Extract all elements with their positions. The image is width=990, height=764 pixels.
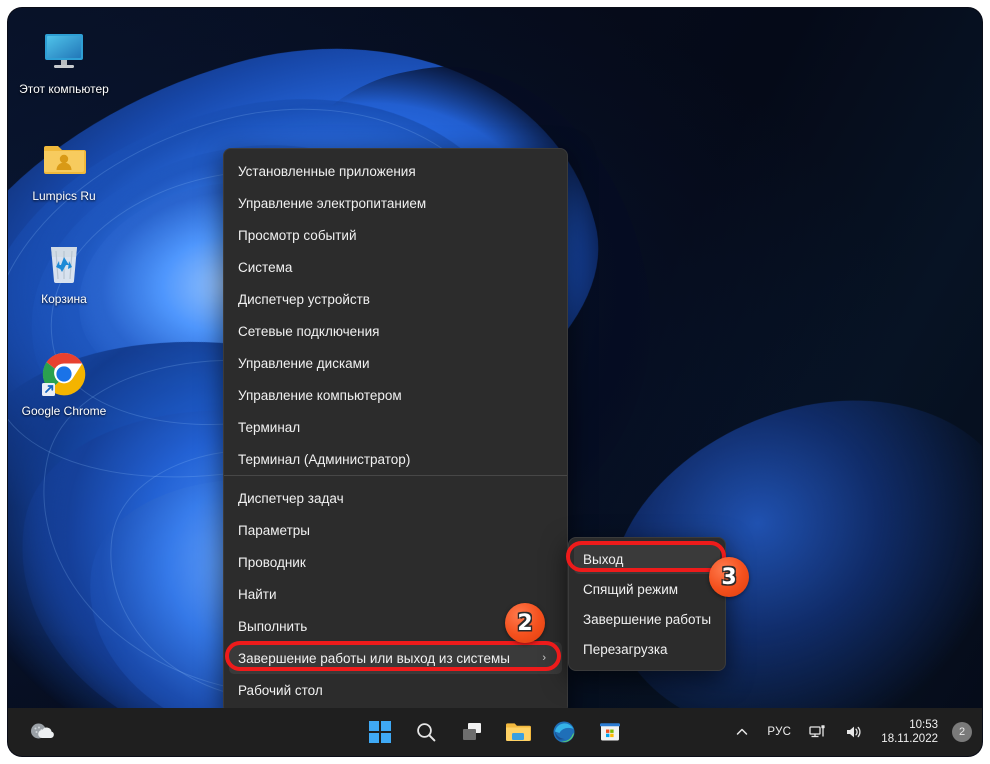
menu-item-device-manager[interactable]: Диспетчер устройств <box>224 283 567 315</box>
menu-item-power-options[interactable]: Управление электропитанием <box>224 187 567 219</box>
search-button[interactable] <box>406 713 446 751</box>
taskbar: РУС 10:53 18.11.2022 2 <box>8 708 982 756</box>
network-button[interactable] <box>805 721 831 743</box>
menu-item-disk-management[interactable]: Управление дисками <box>224 347 567 379</box>
edge-icon <box>553 721 575 743</box>
desktop-screen: Этот компьютер Lumpics Ru Корзина Google… <box>8 8 982 756</box>
task-view-button[interactable] <box>452 713 492 751</box>
menu-separator <box>224 475 567 476</box>
menu-item-label: Управление компьютером <box>238 387 402 403</box>
search-icon <box>417 723 436 742</box>
task-view-icon <box>463 723 481 740</box>
start-button[interactable] <box>360 713 400 751</box>
menu-item-computer-management[interactable]: Управление компьютером <box>224 379 567 411</box>
clock-date: 18.11.2022 <box>881 733 938 745</box>
recycle-bin-icon <box>16 236 112 288</box>
menu-item-label: Система <box>238 259 293 275</box>
shutdown-submenu[interactable]: Выход Спящий режим Завершение работы Пер… <box>568 537 726 671</box>
menu-item-label: Проводник <box>238 554 306 570</box>
tray-overflow-button[interactable] <box>731 722 753 742</box>
edge-button[interactable] <box>544 713 584 751</box>
submenu-item-sign-out[interactable]: Выход <box>574 544 720 574</box>
menu-item-terminal-admin[interactable]: Терминал (Администратор) <box>224 443 567 475</box>
menu-item-label: Управление дисками <box>238 355 370 371</box>
menu-item-network-connections[interactable]: Сетевые подключения <box>224 315 567 347</box>
menu-item-desktop[interactable]: Рабочий стол <box>224 674 567 706</box>
cloud-sun-icon <box>31 723 54 739</box>
clock[interactable]: 10:53 18.11.2022 <box>877 716 942 749</box>
taskbar-left <box>22 713 62 751</box>
user-folder-icon <box>16 133 112 185</box>
submenu-item-shutdown[interactable]: Завершение работы <box>569 604 725 634</box>
menu-item-label: Выполнить <box>238 618 308 634</box>
language-indicator[interactable]: РУС <box>763 723 795 741</box>
menu-item-terminal[interactable]: Терминал <box>224 411 567 443</box>
menu-item-settings[interactable]: Параметры <box>224 514 567 546</box>
chevron-right-icon: › <box>542 652 546 664</box>
menu-item-label: Диспетчер задач <box>238 490 344 506</box>
menu-item-label: Найти <box>238 586 277 602</box>
menu-item-label: Управление электропитанием <box>238 195 427 211</box>
desktop-icon-label: Lumpics Ru <box>32 189 96 203</box>
windows-logo-icon <box>369 721 391 743</box>
taskbar-center <box>360 713 630 751</box>
menu-item-label: Сетевые подключения <box>238 323 380 339</box>
desktop-icon-google-chrome[interactable]: Google Chrome <box>16 348 112 419</box>
menu-item-file-explorer[interactable]: Проводник <box>224 546 567 578</box>
desktop-icon-label: Google Chrome <box>21 404 107 418</box>
desktop-icon-label: Этот компьютер <box>19 82 109 96</box>
microsoft-store-button[interactable] <box>590 713 630 751</box>
volume-button[interactable] <box>841 721 867 743</box>
step-badge-3: 3 <box>709 557 749 597</box>
menu-item-label: Выход <box>583 551 624 567</box>
network-icon <box>809 725 825 738</box>
weather-widget[interactable] <box>22 713 62 751</box>
menu-item-label: Терминал <box>238 419 301 435</box>
menu-item-label: Завершение работы или выход из системы <box>238 650 510 666</box>
desktop-icon-label: Корзина <box>41 292 87 306</box>
submenu-item-restart[interactable]: Перезагрузка <box>569 634 725 664</box>
volume-icon <box>847 726 861 738</box>
menu-item-label: Терминал (Администратор) <box>238 451 411 467</box>
submenu-item-sleep[interactable]: Спящий режим <box>569 574 725 604</box>
desktop-icon-this-pc[interactable]: Этот компьютер <box>16 26 112 97</box>
chrome-icon <box>16 348 112 400</box>
menu-item-installed-apps[interactable]: Установленные приложения <box>224 155 567 187</box>
monitor-icon <box>16 26 112 78</box>
menu-item-label: Установленные приложения <box>238 163 416 179</box>
file-explorer-button[interactable] <box>498 713 538 751</box>
menu-item-shutdown-or-signout[interactable]: Завершение работы или выход из системы › <box>229 642 562 674</box>
menu-item-label: Перезагрузка <box>583 641 668 657</box>
folder-icon <box>506 723 531 741</box>
store-icon <box>600 723 620 741</box>
menu-item-task-manager[interactable]: Диспетчер задач <box>224 482 567 514</box>
notification-badge[interactable]: 2 <box>952 722 972 742</box>
clock-time: 10:53 <box>909 718 938 731</box>
desktop-icon-lumpics-folder[interactable]: Lumpics Ru <box>16 133 112 204</box>
menu-item-label: Просмотр событий <box>238 227 357 243</box>
menu-item-label: Параметры <box>238 522 310 538</box>
menu-item-label: Диспетчер устройств <box>238 291 370 307</box>
desktop-icon-recycle-bin[interactable]: Корзина <box>16 236 112 307</box>
system-tray: РУС 10:53 18.11.2022 2 <box>731 716 972 749</box>
chevron-up-icon <box>737 728 748 735</box>
menu-item-event-viewer[interactable]: Просмотр событий <box>224 219 567 251</box>
menu-item-label: Завершение работы <box>583 611 712 627</box>
menu-item-system[interactable]: Система <box>224 251 567 283</box>
menu-item-label: Спящий режим <box>583 581 679 597</box>
menu-item-label: Рабочий стол <box>238 682 323 698</box>
step-badge-2: 2 <box>505 603 545 643</box>
